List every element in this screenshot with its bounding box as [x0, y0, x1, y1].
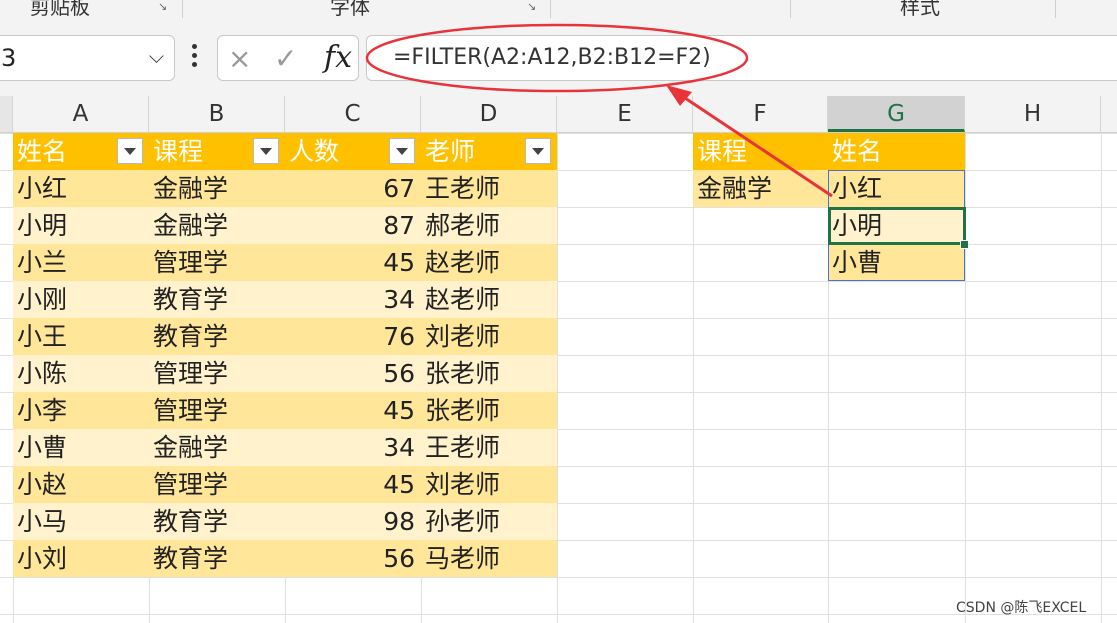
arrow-line: [675, 90, 833, 198]
highlight-ellipse: [365, 23, 749, 93]
arrow-head-icon: [666, 85, 692, 106]
annotation-overlay: [365, 23, 833, 198]
